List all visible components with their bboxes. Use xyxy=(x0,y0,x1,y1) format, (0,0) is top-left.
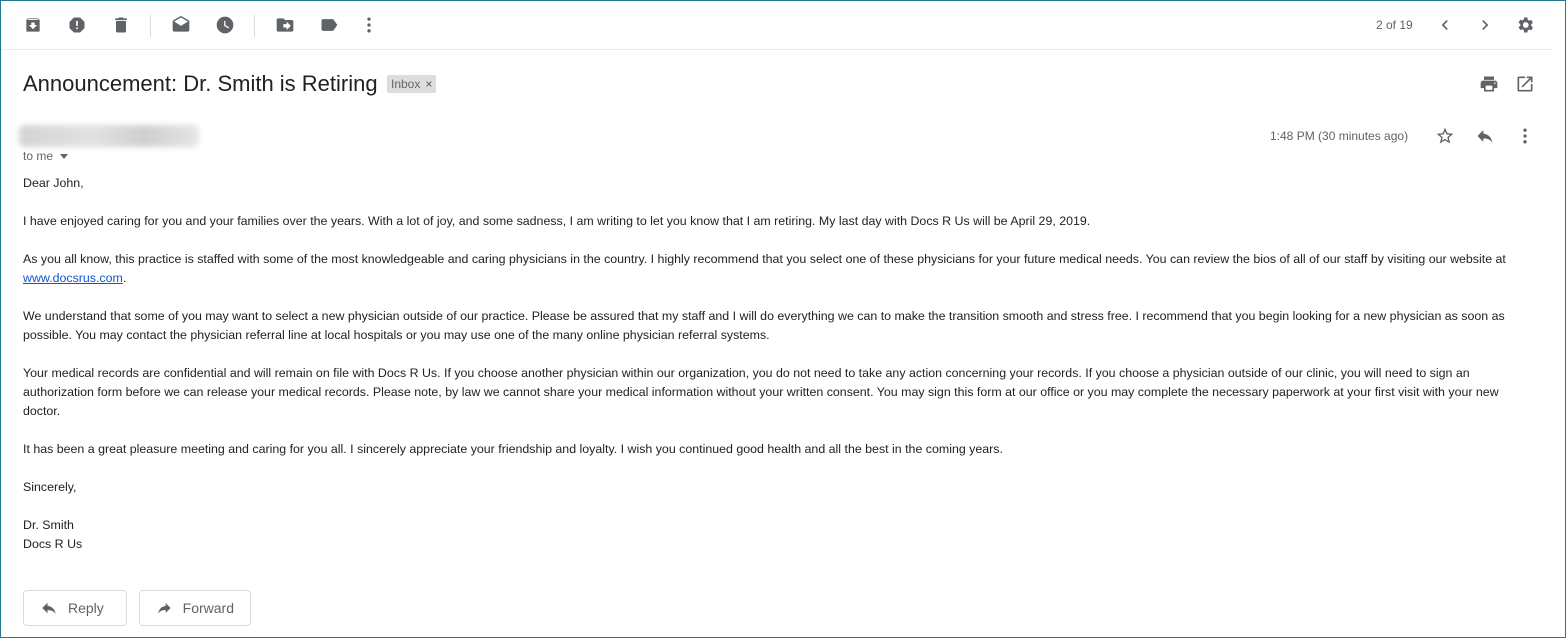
inbox-label-chip[interactable]: Inbox × xyxy=(387,75,437,93)
paragraph-text: As you all know, this practice is staffe… xyxy=(23,252,1506,266)
star-icon[interactable] xyxy=(1434,125,1456,147)
closing: Sincerely, xyxy=(23,480,77,494)
sender-name-redacted[interactable] xyxy=(19,125,199,147)
newer-icon[interactable] xyxy=(1474,14,1496,36)
body-paragraph: I have enjoyed caring for you and your f… xyxy=(23,214,1091,228)
message-timestamp: 1:48 PM (30 minutes ago) xyxy=(1270,129,1409,143)
label-name: Inbox xyxy=(391,77,421,91)
toolbar-divider xyxy=(150,15,151,37)
open-new-window-icon[interactable] xyxy=(1514,73,1536,95)
label-icon[interactable] xyxy=(318,14,340,36)
reply-button[interactable]: Reply xyxy=(23,590,127,626)
reply-icon xyxy=(42,602,56,614)
delete-icon[interactable] xyxy=(110,14,132,36)
archive-icon[interactable] xyxy=(22,14,44,36)
snooze-icon[interactable] xyxy=(214,14,236,36)
move-to-icon[interactable] xyxy=(274,14,296,36)
pager-count: 2 of 19 xyxy=(1376,18,1413,32)
reply-icon[interactable] xyxy=(1474,125,1496,147)
recipient-details-toggle[interactable]: to me xyxy=(23,149,69,163)
reply-label: Reply xyxy=(68,600,104,616)
older-icon[interactable] xyxy=(1434,14,1456,36)
message-more-icon[interactable] xyxy=(1514,125,1536,147)
more-icon[interactable] xyxy=(358,14,380,36)
paragraph-end: . xyxy=(122,271,127,285)
forward-button[interactable]: Forward xyxy=(139,590,251,626)
body-paragraph: It has been a great pleasure meeting and… xyxy=(23,442,1003,456)
email-view: 2 of 19 Announcement: Dr. Smith is Retir… xyxy=(0,0,1566,638)
toolbar-divider xyxy=(254,15,255,37)
body-paragraph: We understand that some of you may want … xyxy=(23,309,1505,342)
email-subject: Announcement: Dr. Smith is Retiring xyxy=(23,71,378,96)
body-paragraph: Your medical records are confidential an… xyxy=(23,366,1499,418)
settings-icon[interactable] xyxy=(1514,14,1536,36)
mark-unread-icon[interactable] xyxy=(170,14,192,36)
signature-org: Docs R Us xyxy=(23,537,83,551)
forward-label: Forward xyxy=(182,600,234,616)
report-spam-icon[interactable] xyxy=(66,14,88,36)
recipient-text: to me xyxy=(23,149,54,163)
email-body: Dear John, I have enjoyed caring for you… xyxy=(23,174,1539,554)
chevron-down-icon xyxy=(60,153,69,159)
signature-name: Dr. Smith xyxy=(23,518,74,532)
greeting: Dear John, xyxy=(23,176,84,190)
body-paragraph: As you all know, this practice is staffe… xyxy=(23,250,1539,288)
website-link[interactable]: www.docsrus.com xyxy=(23,271,123,285)
toolbar: 2 of 19 xyxy=(1,1,1553,50)
forward-icon xyxy=(158,603,171,614)
print-icon[interactable] xyxy=(1478,73,1500,95)
remove-label-icon[interactable]: × xyxy=(425,77,432,91)
